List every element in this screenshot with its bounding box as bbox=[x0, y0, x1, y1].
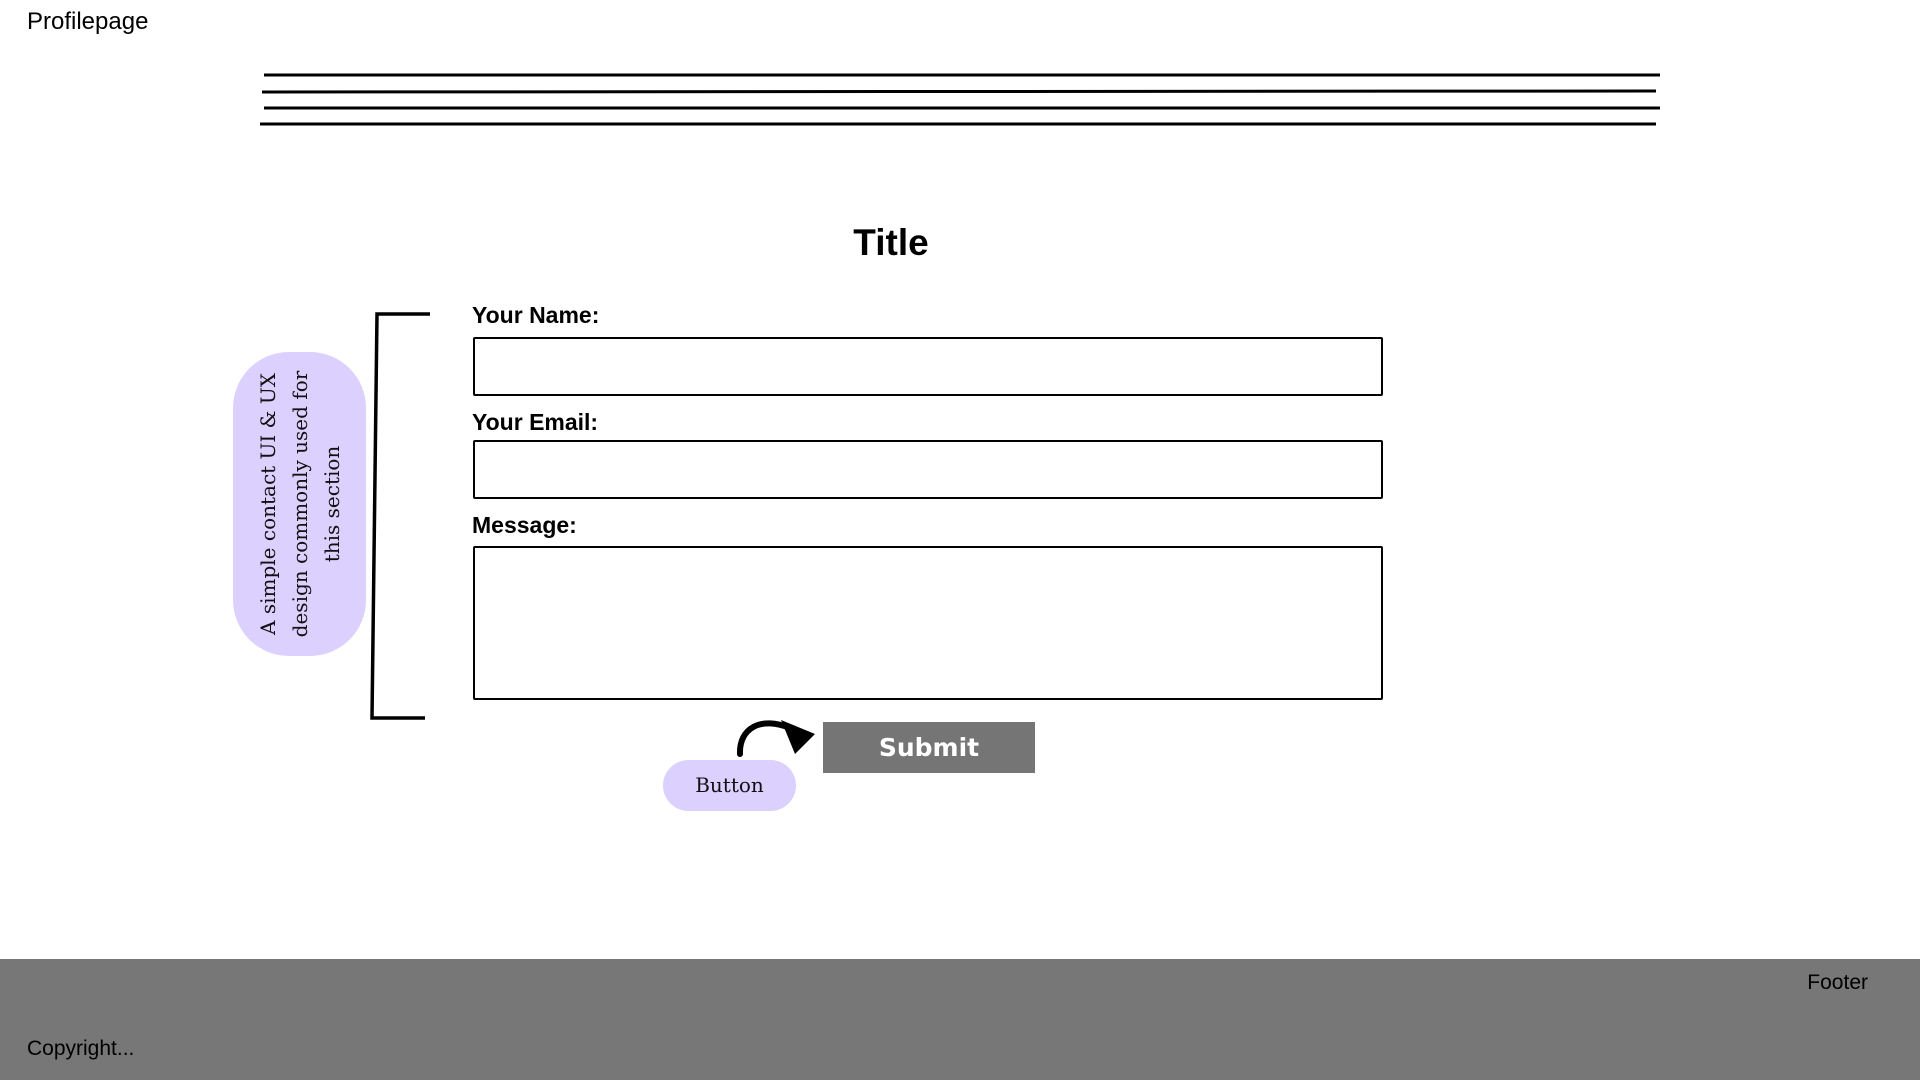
submit-button[interactable]: Submit bbox=[823, 722, 1035, 773]
hero-placeholder-lines bbox=[260, 73, 1660, 126]
message-textarea[interactable] bbox=[473, 546, 1383, 700]
page-title: Title bbox=[853, 222, 929, 263]
page-label: Profilepage bbox=[27, 8, 149, 35]
bracket-icon bbox=[370, 312, 430, 720]
page: Profilepage Title A simple contact UI & … bbox=[0, 0, 1920, 1080]
section-note-callout: A simple contact UI & UX design commonly… bbox=[233, 352, 366, 656]
copyright-text: Copyright... bbox=[27, 1037, 135, 1060]
curved-arrow-icon bbox=[736, 720, 815, 757]
email-label: Your Email: bbox=[472, 409, 599, 435]
section-note-text: A simple contact UI & UX design commonly… bbox=[255, 370, 344, 638]
button-note-callout: Button bbox=[663, 760, 796, 811]
email-input[interactable] bbox=[473, 440, 1383, 499]
placeholder-line bbox=[261, 89, 1657, 94]
footer-label: Footer bbox=[1807, 971, 1868, 994]
name-input[interactable] bbox=[473, 337, 1383, 396]
footer: Footer Copyright... bbox=[0, 959, 1920, 1080]
message-label: Message: bbox=[472, 512, 577, 538]
name-label: Your Name: bbox=[472, 302, 600, 328]
